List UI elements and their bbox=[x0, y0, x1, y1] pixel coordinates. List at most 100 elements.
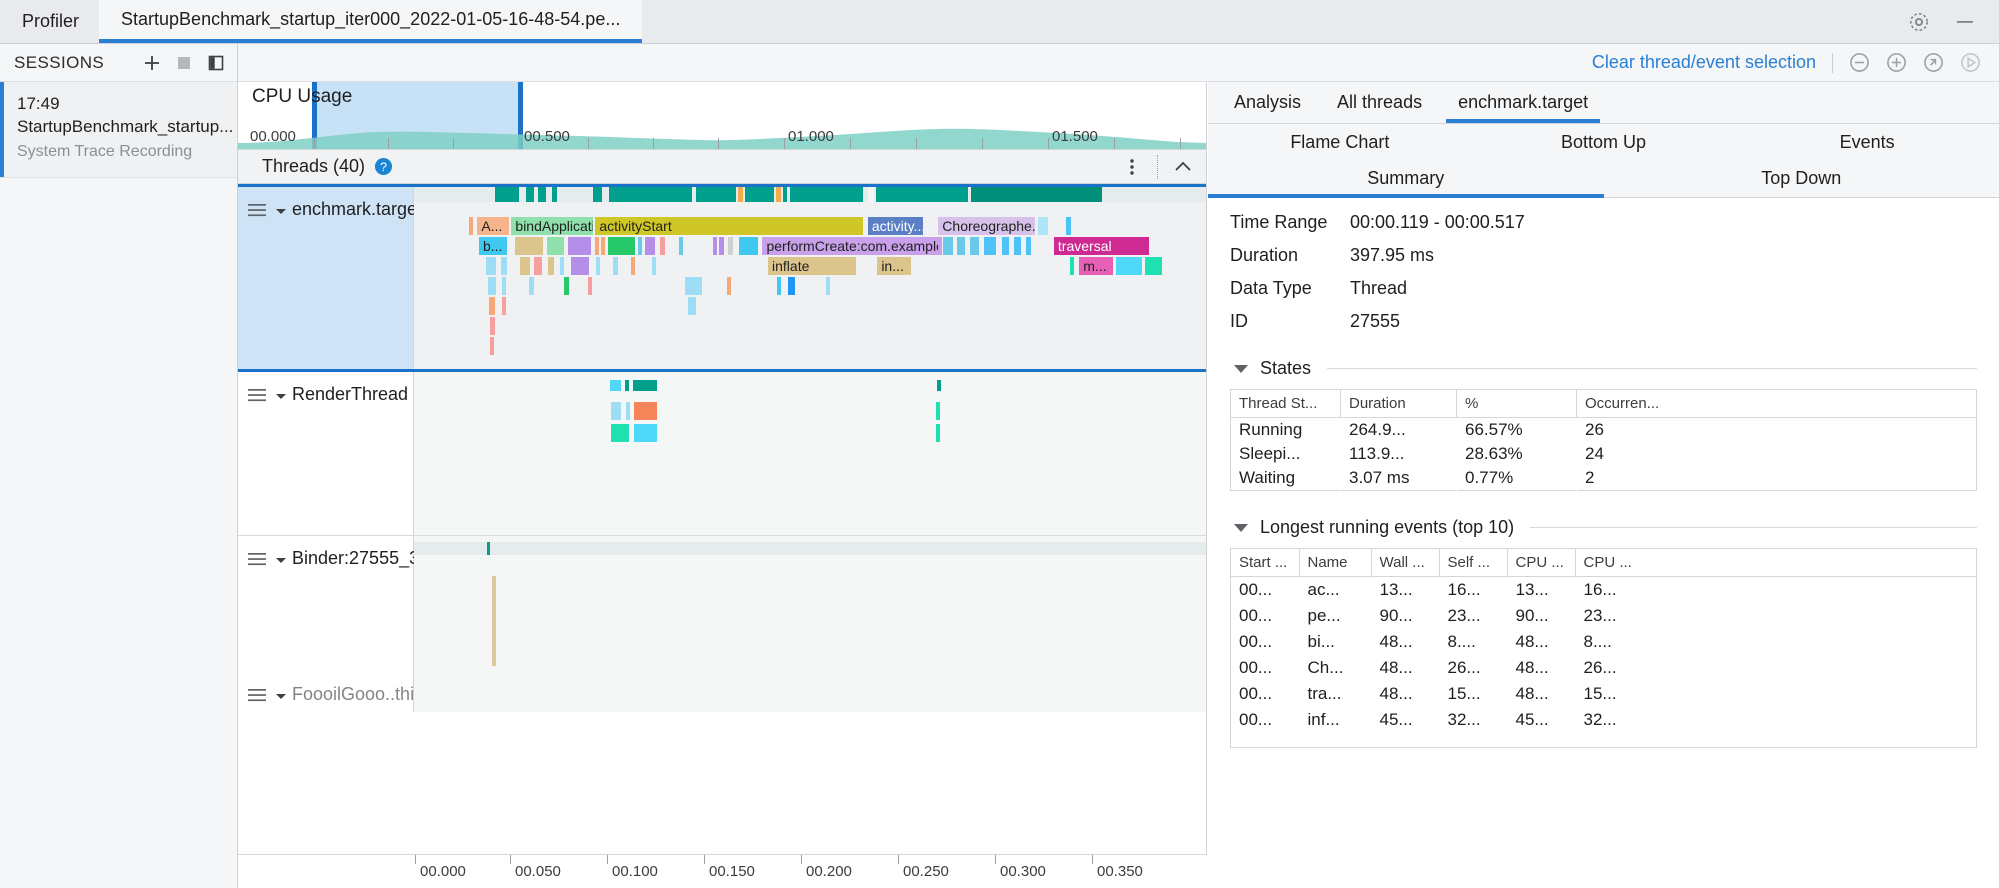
chevron-up-icon[interactable] bbox=[1172, 156, 1194, 178]
toolbar-divider bbox=[1832, 53, 1833, 73]
flame-box[interactable]: activityStart bbox=[595, 217, 863, 235]
col-occurrences[interactable]: Occurren... bbox=[1577, 390, 1977, 418]
col-wall[interactable]: Wall ... bbox=[1371, 549, 1439, 577]
thread-track[interactable] bbox=[414, 536, 1206, 672]
axis-tick-label: 00.150 bbox=[709, 863, 755, 880]
flame-box[interactable]: A... bbox=[477, 217, 509, 235]
thread-name-cell[interactable]: RenderThread bbox=[238, 372, 414, 535]
col-thread-state[interactable]: Thread St... bbox=[1231, 390, 1341, 418]
cpu-tick-mark bbox=[521, 138, 522, 149]
caret-down-icon[interactable] bbox=[275, 205, 287, 217]
session-item[interactable]: 17:49 StartupBenchmark_startup... System… bbox=[0, 82, 237, 178]
subtab-summary[interactable]: Summary bbox=[1208, 160, 1604, 197]
flame-box[interactable]: Choreographe... bbox=[938, 217, 1035, 235]
session-name: StartupBenchmark_startup... bbox=[17, 116, 225, 139]
cell-start: 00... bbox=[1231, 629, 1299, 655]
col-cpu-1[interactable]: CPU ... bbox=[1507, 549, 1575, 577]
subtab-events[interactable]: Events bbox=[1735, 124, 1999, 160]
cpu-tick-mark bbox=[653, 138, 654, 149]
col-start[interactable]: Start ... bbox=[1231, 549, 1299, 577]
flame-box[interactable]: inflate bbox=[768, 257, 856, 275]
table-row[interactable]: 00... tra... 48... 15... 48... 15... bbox=[1231, 681, 1976, 707]
flame-box[interactable]: m... bbox=[1079, 257, 1112, 275]
thread-track[interactable] bbox=[414, 372, 1206, 535]
cell-name: bi... bbox=[1299, 629, 1371, 655]
table-row[interactable]: 00... pe... 90... 23... 90... 23... bbox=[1231, 603, 1976, 629]
reset-zoom-icon[interactable] bbox=[1923, 52, 1944, 73]
analysis-subtabs-row2: Summary Top Down bbox=[1208, 160, 1999, 198]
attach-to-live-icon[interactable] bbox=[1960, 52, 1981, 73]
caret-down-icon[interactable] bbox=[275, 554, 287, 566]
caret-down-icon[interactable] bbox=[1234, 365, 1248, 373]
flame-box[interactable]: b... bbox=[479, 237, 508, 255]
caret-down-icon[interactable] bbox=[275, 390, 287, 402]
table-row[interactable]: 00... bi... 48... 8.... 48... 8.... bbox=[1231, 629, 1976, 655]
table-row[interactable]: Running 264.9... 66.57% 26 bbox=[1231, 418, 1977, 443]
col-percent[interactable]: % bbox=[1457, 390, 1577, 418]
clear-selection-button[interactable]: Clear thread/event selection bbox=[1592, 52, 1816, 73]
subtab-bottom-up[interactable]: Bottom Up bbox=[1472, 124, 1736, 160]
table-header-row: Thread St... Duration % Occurren... bbox=[1231, 390, 1977, 418]
stop-square-icon[interactable] bbox=[175, 54, 193, 72]
plus-icon[interactable] bbox=[143, 54, 161, 72]
col-duration[interactable]: Duration bbox=[1341, 390, 1457, 418]
thread-row-binder[interactable]: Binder:27555_3 bbox=[238, 536, 1206, 672]
longest-events-scroll[interactable]: Start ... Name Wall ... Self ... CPU ...… bbox=[1230, 548, 1977, 748]
panel-toggle-icon[interactable] bbox=[207, 54, 225, 72]
zoom-out-icon[interactable] bbox=[1849, 52, 1870, 73]
flame-box[interactable]: in... bbox=[877, 257, 911, 275]
zoom-in-icon[interactable] bbox=[1886, 52, 1907, 73]
thread-row-renderthread[interactable]: RenderThread bbox=[238, 372, 1206, 536]
thread-name-cell[interactable]: enchmark.target bbox=[238, 187, 414, 369]
cell-percent: 66.57% bbox=[1457, 418, 1577, 443]
cell-cpu2: 8.... bbox=[1575, 629, 1976, 655]
thread-row-enchmark-target[interactable]: enchmark.target bbox=[238, 184, 1206, 372]
drag-handle-icon[interactable] bbox=[248, 552, 266, 567]
drag-handle-icon[interactable] bbox=[248, 688, 266, 703]
axis-tick-label: 00.200 bbox=[806, 863, 852, 880]
minimize-icon[interactable] bbox=[1953, 10, 1977, 34]
table-row[interactable]: 00... Ch... 48... 26... 48... 26... bbox=[1231, 655, 1976, 681]
flame-box[interactable]: performCreate:com.example.... bbox=[762, 237, 938, 255]
flame-box[interactable]: activity... bbox=[868, 217, 923, 235]
table-row[interactable]: 00... ac... 13... 16... 13... 16... bbox=[1231, 577, 1976, 604]
thread-track[interactable]: A... bindApplication activityStart activ… bbox=[414, 187, 1206, 369]
cpu-usage-title: CPU Usage bbox=[252, 86, 352, 108]
drag-handle-icon[interactable] bbox=[248, 203, 266, 218]
table-row[interactable]: Waiting 3.07 ms 0.77% 2 bbox=[1231, 466, 1977, 491]
gear-icon[interactable] bbox=[1907, 10, 1931, 34]
cpu-usage-panel[interactable]: CPU Usage 00.000 00.500 01.000 01.500 bbox=[238, 82, 1206, 150]
cell-cpu1: 13... bbox=[1507, 577, 1575, 604]
drag-handle-icon[interactable] bbox=[248, 388, 266, 403]
tab-enchmark-target[interactable]: enchmark.target bbox=[1440, 82, 1606, 123]
col-self[interactable]: Self ... bbox=[1439, 549, 1507, 577]
thread-row-partial[interactable]: FoooilGooo..thit bbox=[238, 672, 1206, 712]
table-row[interactable]: 00... inf... 45... 32... 45... 32... bbox=[1231, 707, 1976, 733]
longest-events-section-header[interactable]: Longest running events (top 10) bbox=[1234, 517, 1977, 538]
col-cpu-2[interactable]: CPU ... bbox=[1575, 549, 1976, 577]
info-key: Duration bbox=[1230, 245, 1350, 266]
info-key: Time Range bbox=[1230, 212, 1350, 233]
table-row[interactable]: Sleepi... 113.9... 28.63% 24 bbox=[1231, 442, 1977, 466]
thread-name-cell[interactable]: FoooilGooo..thit bbox=[238, 672, 414, 712]
thread-name-cell[interactable]: Binder:27555_3 bbox=[238, 536, 414, 672]
tab-all-threads[interactable]: All threads bbox=[1319, 82, 1440, 123]
thread-track[interactable] bbox=[414, 672, 1206, 712]
flame-box[interactable]: traversal bbox=[1054, 237, 1149, 255]
tab-analysis[interactable]: Analysis bbox=[1216, 82, 1319, 123]
cell-duration: 3.07 ms bbox=[1341, 466, 1457, 491]
col-name[interactable]: Name bbox=[1299, 549, 1371, 577]
kebab-menu-icon[interactable] bbox=[1121, 156, 1143, 178]
caret-down-icon[interactable] bbox=[1234, 524, 1248, 532]
cell-name: inf... bbox=[1299, 707, 1371, 733]
caret-down-icon[interactable] bbox=[275, 690, 287, 702]
help-icon[interactable]: ? bbox=[374, 157, 393, 176]
analysis-subtabs-row1: Flame Chart Bottom Up Events bbox=[1208, 124, 1999, 160]
states-section-header[interactable]: States bbox=[1234, 358, 1977, 379]
flame-box[interactable]: bindApplication bbox=[511, 217, 593, 235]
trace-tab[interactable]: StartupBenchmark_startup_iter000_2022-01… bbox=[99, 0, 642, 43]
cpu-tick-mark bbox=[1114, 138, 1115, 149]
cpu-tick-mark bbox=[850, 138, 851, 149]
subtab-top-down[interactable]: Top Down bbox=[1604, 160, 1999, 197]
subtab-flame-chart[interactable]: Flame Chart bbox=[1208, 124, 1472, 160]
